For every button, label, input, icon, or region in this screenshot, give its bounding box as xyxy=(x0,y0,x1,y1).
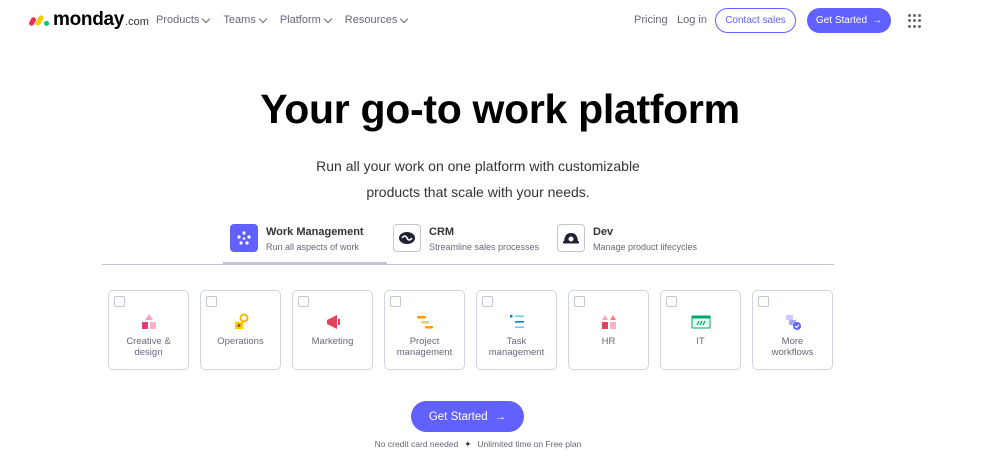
workflow-card-hr[interactable]: HR xyxy=(568,290,649,370)
hero-subtitle-line2: products that scale with your needs. xyxy=(366,184,590,200)
logo-mark-icon xyxy=(28,12,50,27)
tab-title: CRM xyxy=(429,226,455,238)
active-tab-indicator xyxy=(223,262,387,264)
workflow-card-marketing[interactable]: Marketing xyxy=(292,290,373,370)
more-workflows-icon xyxy=(785,315,801,330)
workflow-label: Project management xyxy=(396,336,453,358)
nav-item-label: Products xyxy=(156,14,200,26)
tab-crm[interactable]: CRM Streamline sales processes xyxy=(393,224,539,264)
workflow-checkbox[interactable] xyxy=(114,296,125,307)
workflow-card-it[interactable]: IT xyxy=(660,290,741,370)
workflow-label: Operations xyxy=(217,336,264,347)
tab-dev[interactable]: Dev Manage product lifecycles xyxy=(557,224,697,264)
tab-description: Streamline sales processes xyxy=(429,242,540,252)
contact-sales-button[interactable]: Contact sales xyxy=(715,8,796,33)
workflow-checkbox[interactable] xyxy=(758,296,769,307)
login-link[interactable]: Log in xyxy=(677,14,707,26)
chevron-down-icon xyxy=(258,14,268,23)
tab-title: Work Management xyxy=(266,226,364,238)
dev-icon xyxy=(557,224,585,252)
workflow-label: More workflows xyxy=(771,336,814,358)
workflow-label: Marketing xyxy=(311,336,354,347)
workflow-card-more-workflows[interactable]: More workflows xyxy=(752,290,833,370)
hero-subtitle: Run all your work on one platform with c… xyxy=(0,153,956,205)
product-tabs: Work Management Run all aspects of work … xyxy=(102,222,834,265)
plan-note: No credit card needed ✦ Unlimited time on … xyxy=(0,439,956,450)
nav-item-products[interactable]: Products xyxy=(156,14,211,26)
chevron-down-icon xyxy=(323,14,333,23)
workflow-label: Task management xyxy=(488,336,545,358)
work-management-icon xyxy=(230,224,258,252)
pricing-link[interactable]: Pricing xyxy=(634,14,668,26)
workflow-label: Creative & design xyxy=(126,336,171,358)
marketing-icon xyxy=(326,315,340,329)
note-unlimited-time: Unlimited time on Free plan xyxy=(477,439,582,449)
workflow-card-operations[interactable]: Operations xyxy=(200,290,281,370)
workflow-card-task-management[interactable]: Task management xyxy=(476,290,557,370)
nav-item-label: Resources xyxy=(344,14,398,26)
get-started-button-nav[interactable]: Get Started → xyxy=(807,8,891,33)
hr-icon xyxy=(601,315,616,329)
top-navigation: monday .com Products Teams Platform Reso… xyxy=(0,0,1000,42)
workflow-card-project-management[interactable]: Project management xyxy=(384,290,465,370)
get-started-label: Get Started xyxy=(428,410,488,423)
workflow-cards: Creative & design Operations Marketing P… xyxy=(108,290,833,370)
project-management-icon xyxy=(416,316,433,329)
apps-grid-icon[interactable] xyxy=(908,14,922,28)
workflow-label: HR xyxy=(601,336,616,347)
workflow-card-creative-design[interactable]: Creative & design xyxy=(108,290,189,370)
crm-icon xyxy=(393,224,421,252)
task-management-icon xyxy=(509,315,524,329)
arrow-right-icon: → xyxy=(494,410,507,423)
workflow-checkbox[interactable] xyxy=(666,296,677,307)
it-icon xyxy=(691,315,710,329)
tab-description: Manage product lifecycles xyxy=(593,242,698,252)
note-no-credit-card: No credit card needed xyxy=(374,439,459,449)
workflow-label: IT xyxy=(696,336,705,347)
get-started-button[interactable]: Get Started → xyxy=(411,401,524,432)
get-started-label: Get Started xyxy=(815,15,868,26)
hero-title: Your go-to work platform xyxy=(260,86,740,132)
chevron-down-icon xyxy=(400,14,409,23)
arrow-right-icon: → xyxy=(872,15,883,26)
tab-title: Dev xyxy=(593,226,614,238)
nav-item-label: Teams xyxy=(223,14,256,26)
chevron-down-icon xyxy=(202,14,211,23)
nav-item-teams[interactable]: Teams xyxy=(223,14,268,26)
sparkle-icon: ✦ xyxy=(464,439,472,449)
workflow-checkbox[interactable] xyxy=(574,296,585,307)
tab-work-management[interactable]: Work Management Run all aspects of work xyxy=(230,224,364,264)
creative-design-icon xyxy=(141,314,156,329)
workflow-checkbox[interactable] xyxy=(206,296,217,307)
logo-suffix: .com xyxy=(125,16,149,28)
nav-menu: Products Teams Platform Resources xyxy=(156,14,421,26)
hero-subtitle-line1: Run all your work on one platform with c… xyxy=(316,158,640,174)
nav-item-resources[interactable]: Resources xyxy=(344,14,409,26)
tab-description: Run all aspects of work xyxy=(266,242,360,252)
workflow-checkbox[interactable] xyxy=(298,296,309,307)
nav-item-label: Platform xyxy=(279,14,321,26)
nav-item-platform[interactable]: Platform xyxy=(279,14,333,26)
logo-text: monday xyxy=(53,9,125,30)
workflow-checkbox[interactable] xyxy=(482,296,493,307)
monday-logo[interactable]: monday .com xyxy=(28,9,149,30)
operations-icon xyxy=(234,313,248,329)
workflow-checkbox[interactable] xyxy=(390,296,401,307)
